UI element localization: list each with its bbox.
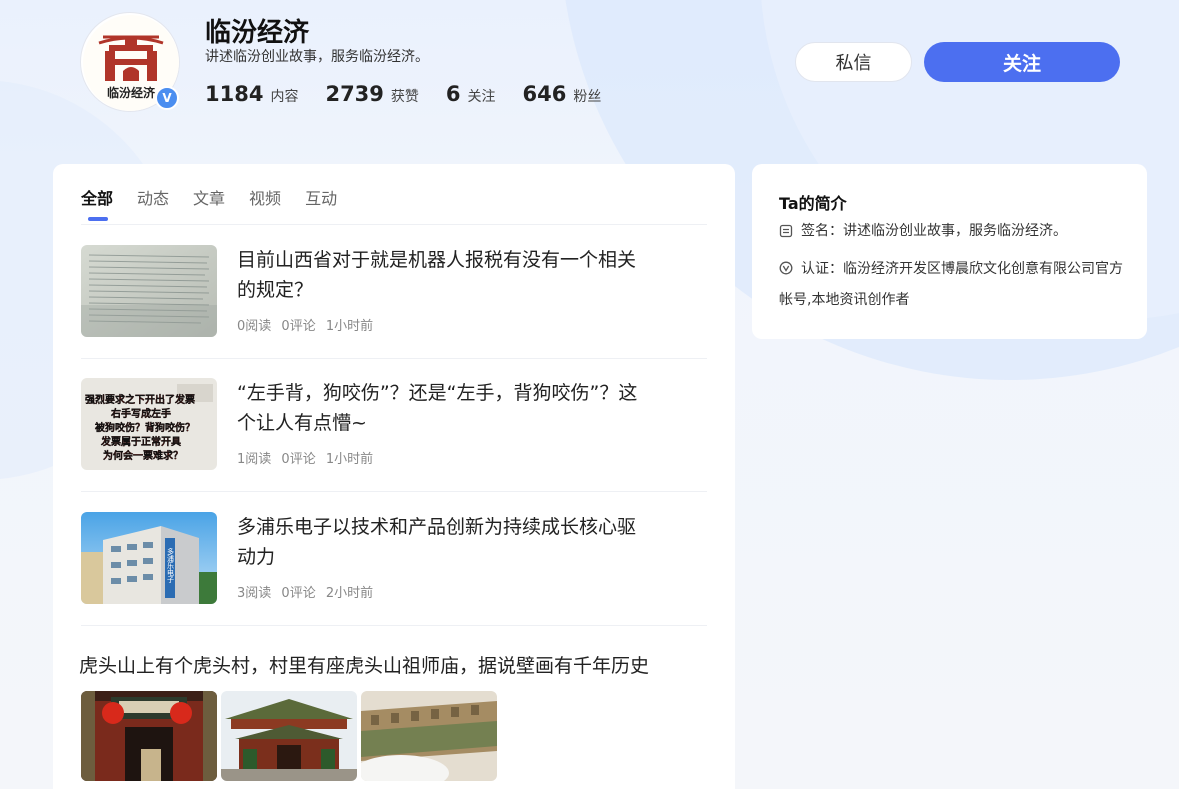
stat-value: 2739 [325,82,384,106]
feed-item-title[interactable]: 目前山西省对于就是机器人报税有没有一个相关的规定？ [237,245,647,305]
message-button[interactable]: 私信 [795,42,912,82]
post-time: 1小时前 [325,452,374,467]
profile-signature: 讲述临汾创业故事，服务临汾经济。 [205,49,429,65]
profile-name: 临汾经济 [205,18,310,48]
about-sign-value: 讲述临汾创业故事，服务临汾经济。 [843,223,1067,239]
stat-content[interactable]: 1184 内容 [205,82,298,106]
svg-text:发票属于正常开具: 发票属于正常开具 [100,435,181,448]
feed-item-title[interactable]: 虎头山上有个虎头村，村里有座虎头山祖师庙，据说壁画有千年历史 [79,651,649,681]
tab-interaction[interactable]: 互动 [305,185,337,208]
about-signature: 签名： 讲述临汾创业故事，服务临汾经济。 [779,220,1067,242]
svg-text:强烈要求之下开出了发票: 强烈要求之下开出了发票 [85,393,195,406]
feed-item-title[interactable]: “左手背，狗咬伤”？还是“左手，背狗咬伤”？这个让人有点懵~ [237,378,647,438]
feed-image[interactable] [81,691,217,781]
feed-image[interactable] [221,691,357,781]
feed-item-meta: 1阅读 0评论 1小时前 [237,448,379,467]
stat-label: 获赞 [390,89,419,105]
about-cert-label: 认证： [801,261,843,277]
feed-item-title[interactable]: 多浦乐电子以技术和产品创新为持续成长核心驱动力 [237,512,647,572]
feed-item-meta: 3阅读 0评论 2小时前 [237,582,379,601]
stat-value: 6 [445,82,461,106]
feed-card: 全部 动态 文章 视频 互动 目前山西省对于就是机器人报税有没有一个相关的规定？… [53,164,735,789]
stat-value: 1184 [205,82,264,106]
about-title: Ta的简介 [779,194,847,213]
stat-label: 粉丝 [573,89,602,105]
feed-image[interactable] [361,691,497,781]
feed-image-row [81,691,501,781]
feed-item-meta: 0阅读 0评论 1小时前 [237,315,379,334]
tab-updates[interactable]: 动态 [137,185,169,208]
stat-followers[interactable]: 646 粉丝 [523,82,602,106]
comment-count[interactable]: 0评论 [281,319,315,334]
stat-likes: 2739 获赞 [325,82,418,106]
feed-divider [81,491,707,492]
svg-text:临汾经济: 临汾经济 [107,85,156,100]
tab-bar: 全部 动态 文章 视频 互动 [81,185,361,221]
read-count: 1阅读 [237,452,272,467]
tab-divider [81,224,707,225]
feed-divider [81,358,707,359]
tab-articles[interactable]: 文章 [193,185,225,208]
svg-text:多浦乐电子: 多浦乐电子 [167,547,175,583]
document-icon [779,224,793,238]
read-count: 0阅读 [237,319,272,334]
about-sign-label: 签名： [801,223,843,239]
svg-text:右手写成左手: 右手写成左手 [110,407,171,420]
stat-label: 内容 [270,89,299,105]
verified-circle-icon [779,261,793,275]
feed-divider [81,625,707,626]
stat-following[interactable]: 6 关注 [446,82,496,106]
read-count: 3阅读 [237,586,272,601]
comment-count[interactable]: 0评论 [281,452,315,467]
post-time: 2小时前 [325,586,374,601]
stat-value: 646 [522,82,567,106]
profile-stats: 1184 内容 2739 获赞 6 关注 646 粉丝 [205,82,628,106]
tab-all[interactable]: 全部 [81,185,113,221]
comment-count[interactable]: 0评论 [281,586,315,601]
follow-button[interactable]: 关注 [924,42,1120,82]
feed-thumbnail[interactable]: 多浦乐电子 [81,512,217,604]
about-certification: 认证：临汾经济开发区博晨欣文化创意有限公司官方帐号,本地资讯创作者 [779,254,1124,316]
svg-text:被狗咬伤？背狗咬伤？: 被狗咬伤？背狗咬伤？ [95,421,195,434]
stat-label: 关注 [467,89,496,105]
feed-thumbnail[interactable]: 强烈要求之下开出了发票 右手写成左手 被狗咬伤？背狗咬伤？ 发票属于正常开具 为… [81,378,217,470]
about-card: Ta的简介 签名： 讲述临汾创业故事，服务临汾经济。 认证：临汾经济开发区博晨欣… [752,164,1147,339]
svg-text:为何会一票难求？: 为何会一票难求？ [103,449,183,462]
verified-badge-icon: V [155,86,179,110]
feed-thumbnail[interactable] [81,245,217,337]
tab-videos[interactable]: 视频 [249,185,281,208]
post-time: 1小时前 [325,319,374,334]
